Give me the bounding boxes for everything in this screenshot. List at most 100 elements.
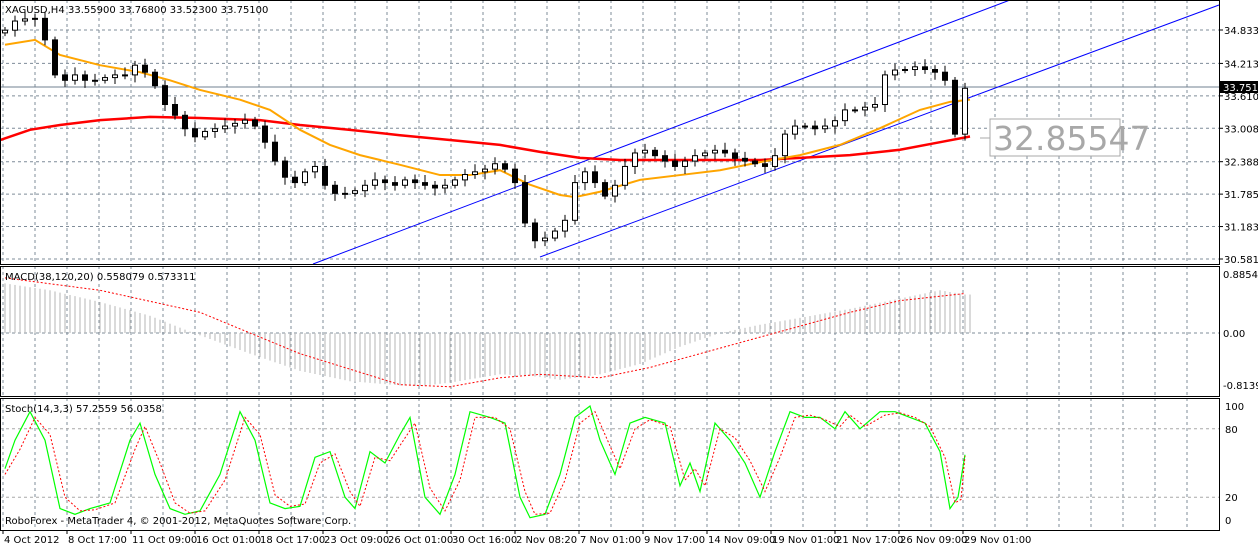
- candle: [652, 147, 658, 159]
- time-axis-label: 11 Oct 09:00: [132, 535, 197, 545]
- candle-body: [812, 125, 818, 130]
- price-axis-label: 32.3882: [1224, 158, 1258, 169]
- candle-body: [582, 171, 588, 184]
- candle-body: [792, 125, 798, 135]
- candle-body: [232, 122, 238, 127]
- panel-border: [0, 266, 1220, 397]
- candle-body: [292, 176, 298, 184]
- price-axis-label: 34.8337: [1224, 26, 1258, 37]
- candle-body: [592, 171, 598, 184]
- candle: [732, 148, 738, 166]
- candle: [412, 174, 418, 190]
- ma200-value: 32.85547: [993, 119, 1150, 158]
- candle-body: [922, 66, 928, 71]
- candle-body: [462, 174, 468, 181]
- candle: [892, 63, 898, 81]
- symbol-header: XAGUSD,H4: [5, 5, 65, 16]
- current-price-label: 33.7510: [1223, 83, 1258, 94]
- candle-body: [342, 192, 348, 195]
- candle-body: [662, 155, 668, 162]
- candle: [242, 113, 248, 129]
- candle-body: [212, 128, 218, 132]
- candle: [432, 180, 438, 196]
- candle: [192, 122, 198, 143]
- candle-body: [772, 155, 778, 167]
- candle-body: [522, 182, 528, 224]
- macd-panel[interactable]: [4, 277, 971, 388]
- candle: [42, 11, 48, 46]
- candle-body: [782, 133, 788, 157]
- candle: [102, 74, 108, 84]
- candle: [212, 123, 218, 138]
- candle: [532, 218, 538, 249]
- stoch-axis-label: 100: [1225, 402, 1244, 413]
- candle: [472, 164, 478, 179]
- candle: [462, 169, 468, 187]
- candle-body: [932, 69, 938, 73]
- stoch-axis-label: 20: [1225, 493, 1238, 504]
- candle-body: [282, 160, 288, 178]
- candle: [332, 180, 338, 201]
- candle: [482, 164, 488, 180]
- candle: [692, 149, 698, 167]
- panel-border: [0, 398, 1220, 531]
- candle-body: [252, 119, 258, 127]
- candle-body: [242, 119, 248, 124]
- candle: [152, 68, 158, 89]
- candle-body: [2, 29, 8, 34]
- candle-body: [332, 184, 338, 194]
- candle-body: [612, 184, 618, 197]
- candle-body: [492, 163, 498, 170]
- candle-body: [692, 155, 698, 162]
- candle-body: [502, 163, 508, 170]
- candle: [542, 231, 548, 247]
- candle-body: [902, 69, 908, 72]
- time-axis-label: 23 Oct 09:00: [324, 535, 389, 545]
- candle: [562, 214, 568, 238]
- candle: [922, 59, 928, 74]
- metatrader-chart[interactable]: 34.833734.213233.610933.008732.388231.78…: [0, 0, 1258, 545]
- candle: [592, 165, 598, 188]
- candle-body: [942, 71, 948, 81]
- candle-body: [322, 165, 328, 186]
- candle: [312, 161, 318, 179]
- time-axis-label: 14 Nov 09:00: [708, 535, 775, 545]
- candle-body: [822, 125, 828, 130]
- macd-header: MACD(38,120,20) 0.558079 0.573311: [5, 272, 195, 283]
- candle: [942, 65, 948, 86]
- candle: [772, 148, 778, 171]
- time-axis-label: 19 Nov 01:00: [772, 535, 839, 545]
- macd-axis-label: 0.00: [1223, 329, 1245, 340]
- candle: [2, 26, 8, 37]
- candle-body: [892, 69, 898, 76]
- stoch-axis-label: 80: [1225, 425, 1238, 436]
- candle-body: [272, 141, 278, 162]
- stochastic-panel[interactable]: [4, 404, 966, 519]
- candle-body: [32, 17, 38, 20]
- candle-body: [562, 219, 568, 232]
- candle: [402, 176, 408, 189]
- candle-body: [622, 165, 628, 186]
- copyright-text: RoboForex - MetaTrader 4, © 2001-2012, M…: [5, 516, 351, 527]
- candle-body: [872, 104, 878, 108]
- candle: [282, 156, 288, 185]
- candle-body: [742, 157, 748, 162]
- candle: [902, 66, 908, 74]
- time-axis-label: 21 Nov 17:00: [836, 535, 903, 545]
- candle: [852, 106, 858, 114]
- time-axis-label: 4 Oct 2012: [4, 535, 59, 545]
- candle: [792, 119, 798, 140]
- time-axis-label: 30 Oct 16:00: [452, 535, 517, 545]
- candle-body: [262, 125, 268, 143]
- candle-body: [882, 74, 888, 106]
- channel-line-upper: [312, 0, 1011, 265]
- candle: [522, 175, 528, 228]
- ohlc-header: 33.55900 33.76800 33.52300 33.75100: [68, 5, 268, 16]
- candle-body: [452, 179, 458, 186]
- candle-body: [712, 149, 718, 154]
- candle: [202, 128, 208, 141]
- candle: [812, 120, 818, 136]
- time-axis-label: 7 Nov 01:00: [580, 535, 641, 545]
- candle-body: [912, 66, 918, 71]
- candle: [832, 116, 838, 134]
